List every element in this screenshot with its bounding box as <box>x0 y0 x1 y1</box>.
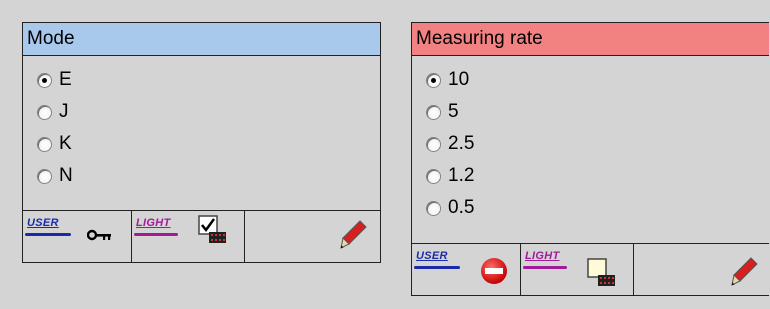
rate-panel-title: Measuring rate <box>412 23 769 56</box>
rate-option-10[interactable]: 10 <box>412 64 769 96</box>
radio-button[interactable] <box>426 200 441 216</box>
rate-option-label: 10 <box>448 69 470 90</box>
rate-option-5[interactable]: 5 <box>412 96 769 128</box>
mode-light-button[interactable]: LIGHT <box>132 211 245 262</box>
radio-button[interactable] <box>426 168 441 184</box>
light-unchecked-icon <box>587 258 615 286</box>
rate-user-button[interactable]: USER <box>412 244 521 295</box>
rate-option-label: 1.2 <box>448 165 475 186</box>
rate-options: 10 5 2.5 1.2 0.5 <box>412 56 769 224</box>
light-checked-icon <box>198 215 226 243</box>
pencil-icon <box>731 257 758 286</box>
light-underline <box>523 266 567 269</box>
no-entry-icon <box>481 258 507 284</box>
rate-light-button[interactable]: LIGHT <box>521 244 634 295</box>
rate-option-2-5[interactable]: 2.5 <box>412 128 769 160</box>
mode-user-button[interactable]: USER <box>23 211 132 262</box>
radio-button[interactable] <box>37 136 52 152</box>
rate-panel-footer: USER LIGHT <box>412 243 769 295</box>
radio-button-selected[interactable] <box>37 72 52 88</box>
mode-edit-button[interactable] <box>245 211 380 262</box>
rate-edit-button[interactable] <box>634 244 769 295</box>
radio-button[interactable] <box>426 104 441 120</box>
mode-panel-title: Mode <box>23 23 380 56</box>
mode-panel: Mode E J K N USER LIGHT <box>22 22 381 263</box>
mode-option-label: K <box>59 133 72 154</box>
mode-option-label: N <box>59 165 73 186</box>
rate-option-1-2[interactable]: 1.2 <box>412 160 769 192</box>
rate-option-0-5[interactable]: 0.5 <box>412 192 769 224</box>
mode-option-e[interactable]: E <box>23 64 380 96</box>
user-underline <box>25 233 71 236</box>
mode-options: E J K N <box>23 56 380 192</box>
radio-button[interactable] <box>37 104 52 120</box>
light-underline <box>134 233 178 236</box>
rate-option-label: 0.5 <box>448 197 475 218</box>
user-tag: USER <box>27 217 59 229</box>
radio-button[interactable] <box>37 168 52 184</box>
mode-panel-footer: USER LIGHT <box>23 210 380 262</box>
pencil-icon <box>340 220 367 249</box>
radio-button[interactable] <box>426 136 441 152</box>
mode-option-n[interactable]: N <box>23 160 380 192</box>
rate-option-label: 5 <box>448 101 459 122</box>
mode-option-label: E <box>59 69 72 90</box>
rate-option-label: 2.5 <box>448 133 475 154</box>
mode-option-label: J <box>59 101 69 122</box>
light-tag: LIGHT <box>136 217 171 229</box>
key-icon <box>87 229 111 241</box>
mode-option-k[interactable]: K <box>23 128 380 160</box>
user-underline <box>414 266 460 269</box>
radio-button-selected[interactable] <box>426 72 441 88</box>
measuring-rate-panel: Measuring rate 10 5 2.5 1.2 0.5 USER LIG… <box>411 22 769 296</box>
light-tag: LIGHT <box>525 250 560 262</box>
user-tag: USER <box>416 250 448 262</box>
mode-option-j[interactable]: J <box>23 96 380 128</box>
